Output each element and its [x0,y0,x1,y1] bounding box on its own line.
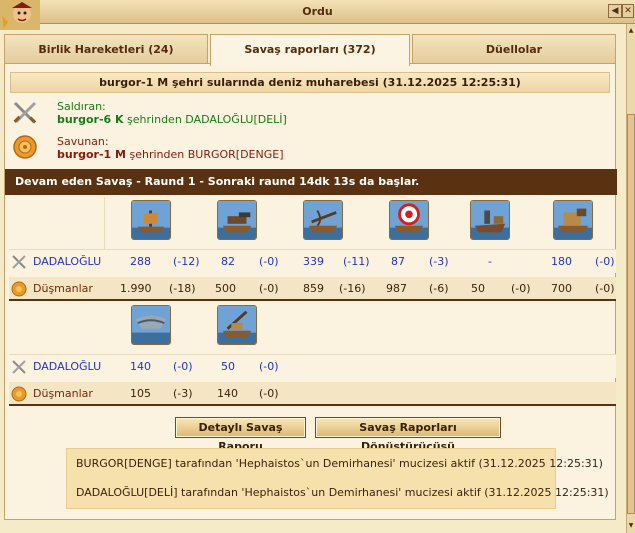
crossed-swords-icon [12,255,26,269]
unit-count: 859 [303,282,324,295]
back-arrow-icon[interactable]: ◀ [608,4,622,18]
fire-ship-icon [131,200,171,240]
unit-count: - [488,255,492,268]
tab-battle-reports[interactable]: Savaş raporları (372) [210,34,410,66]
scroll-down-icon[interactable]: ▼ [627,521,635,531]
shield-icon [11,281,27,297]
unit-loss: (-0) [595,282,615,295]
defender-city-link[interactable]: burgor-1 M [57,148,126,161]
wonder-notice-box: BURGOR[DENGE] tarafından 'Hephaistos`un … [66,448,609,509]
unit-count: 339 [303,255,324,268]
table-row: Düşmanlar 1.990 (-18) 500 (-0) 859 (-16)… [9,277,616,301]
unit-count: 140 [130,360,151,373]
wonder-notice: DADALOĞLU[DELİ] tarafından 'Hephaistos`u… [76,486,609,499]
shield-icon [11,386,27,402]
scroll-up-icon[interactable]: ▲ [627,26,635,36]
defender-player: şehrinden BURGOR[DENGE] [125,148,284,161]
shield-icon [13,135,37,159]
unit-count: 50 [221,360,235,373]
unit-count: 1.990 [120,282,152,295]
unit-count: 140 [217,387,238,400]
defender-label: Savunan: [57,135,109,148]
scrollbar[interactable]: ▲ ▼ [626,24,635,533]
advisor-avatar-icon[interactable] [0,0,40,30]
grid-spacer [9,197,105,249]
rocket-ship-icon [217,305,257,345]
tab-duels[interactable]: Düellolar [412,34,616,64]
crossed-swords-icon [12,360,26,374]
paddle-speedboat-icon [131,305,171,345]
mortar-ship-icon [553,200,593,240]
detailed-report-button[interactable]: Detaylı Savaş Raporu [175,417,306,453]
scrollbar-thumb[interactable] [627,114,635,514]
unit-count: 500 [215,282,236,295]
unit-count: 50 [471,282,485,295]
unit-count: 987 [386,282,407,295]
window-titlebar: Ordu [0,0,635,24]
wonder-notice: BURGOR[DENGE] tarafından 'Hephaistos`un … [76,457,603,470]
unit-loss: (-0) [259,387,279,400]
unit-loss: (-0) [595,255,615,268]
tab-troop-movements[interactable]: Birlik Hareketleri (24) [4,34,208,64]
enemy-name: Düşmanlar [33,387,93,400]
report-converter-button[interactable]: Savaş Raporları Dönüştürücüsü [315,417,501,453]
enemy-name: Düşmanlar [33,282,93,295]
table-row: Düşmanlar 105 (-3) 140 (-0) [9,382,616,406]
attacker-line: burgor-6 K şehrinden DADALOĞLU[DELİ] [57,113,287,126]
defender-line: burgor-1 M şehrinden BURGOR[DENGE] [57,148,284,161]
steam-ram-icon [470,200,510,240]
close-icon[interactable]: ✕ [622,4,634,18]
attacker-city-link[interactable]: burgor-6 K [57,113,124,126]
unit-loss: (-0) [173,360,193,373]
unit-count: 700 [551,282,572,295]
unit-loss: (-11) [343,255,370,268]
report-panel: burgor-1 M şehri sularında deniz muhareb… [4,63,617,520]
unit-loss: (-12) [173,255,200,268]
unit-count: 288 [130,255,151,268]
unit-loss: (-0) [259,282,279,295]
unit-loss: (-0) [259,360,279,373]
table-row: DADALOĞLU 288 (-12) 82 (-0) 339 (-11) 87… [9,249,616,273]
attacker-label: Saldıran: [57,100,106,113]
catapult-ship-icon [389,200,429,240]
battle-status-banner: Devam eden Savaş - Raund 1 - Sonraki rau… [5,169,617,195]
unit-loss: (-0) [511,282,531,295]
unit-loss: (-16) [339,282,366,295]
unit-loss: (-3) [429,255,449,268]
unit-count: 180 [551,255,572,268]
report-title: burgor-1 M şehri sularında deniz muhareb… [10,72,610,93]
tab-bar: Birlik Hareketleri (24) Savaş raporları … [4,34,616,66]
unit-loss: (-18) [169,282,196,295]
ballista-ship-icon [303,200,343,240]
unit-count: 82 [221,255,235,268]
window-title: Ordu [302,5,333,18]
unit-grid-2: DADALOĞLU 140 (-0) 50 (-0) Düşmanlar 105… [9,302,616,407]
unit-count: 87 [391,255,405,268]
own-player-name[interactable]: DADALOĞLU [33,355,101,379]
unit-grid-1: DADALOĞLU 288 (-12) 82 (-0) 339 (-11) 87… [9,197,616,302]
bombard-ship-icon [217,200,257,240]
table-row: DADALOĞLU 140 (-0) 50 (-0) [9,354,616,378]
unit-loss: (-0) [259,255,279,268]
attacker-player: şehrinden DADALOĞLU[DELİ] [123,113,287,126]
unit-loss: (-3) [173,387,193,400]
own-player-name[interactable]: DADALOĞLU [33,250,101,274]
unit-loss: (-6) [429,282,449,295]
crossed-swords-icon [13,101,37,124]
unit-count: 105 [130,387,151,400]
